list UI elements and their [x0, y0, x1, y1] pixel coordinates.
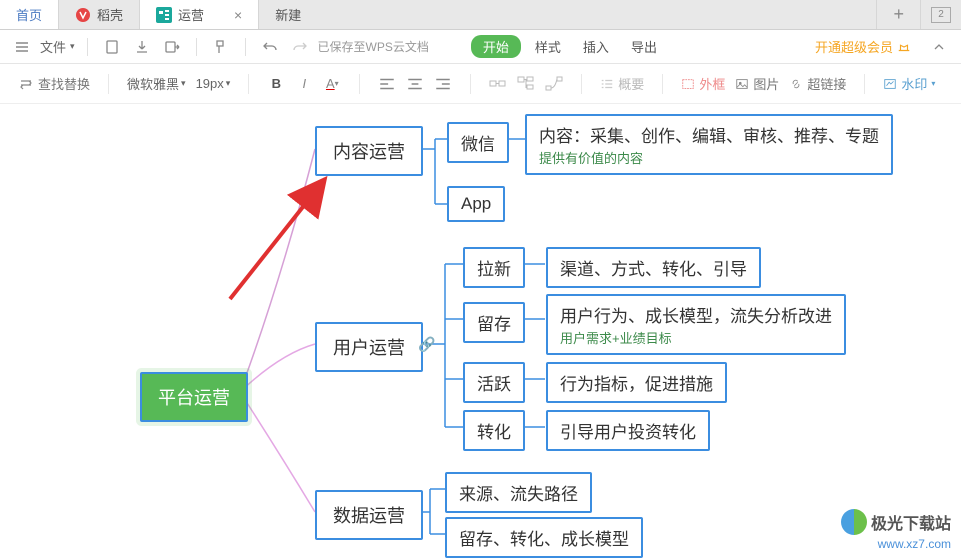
tab-docer[interactable]: 稻壳	[59, 0, 140, 29]
export-icon[interactable]	[160, 35, 184, 59]
tab-bar: 首页 稻壳 运营 × 新建 + 2	[0, 0, 961, 30]
tab-new[interactable]: 新建	[259, 0, 877, 29]
align-left-icon[interactable]	[378, 75, 396, 93]
relation-line-icon[interactable]	[545, 75, 563, 93]
align-center-icon[interactable]	[406, 75, 424, 93]
node-data-source[interactable]: 来源、流失路径	[445, 472, 592, 513]
style-tab[interactable]: 样式	[527, 37, 569, 56]
mindmap-doc-icon	[156, 7, 172, 23]
bold-button[interactable]: B	[267, 75, 285, 93]
main-toolbar: 文件▾ 已保存至WPS云文档 开始 样式 插入 导出 开通超级会员	[0, 30, 961, 64]
border-button[interactable]: 外框	[681, 74, 725, 93]
node-app[interactable]: App	[447, 186, 505, 222]
node-retain-detail[interactable]: 用户行为、成长模型，流失分析改进 用户需求+业绩目标	[546, 294, 846, 355]
node-data-model[interactable]: 留存、转化、成长模型	[445, 517, 643, 558]
new-file-icon[interactable]	[100, 35, 124, 59]
menu-icon[interactable]	[10, 35, 34, 59]
redo-icon[interactable]	[288, 35, 312, 59]
download-icon[interactable]	[130, 35, 154, 59]
node-user-ops[interactable]: 用户运营	[315, 322, 423, 372]
node-content-detail[interactable]: 内容：采集、创作、编辑、审核、推荐、专题 提供有价值的内容	[525, 114, 893, 175]
swirl-logo-icon	[841, 509, 867, 535]
file-menu[interactable]: 文件▾	[40, 37, 75, 56]
window-count[interactable]: 2	[931, 7, 951, 23]
tab-active-document[interactable]: 运营 ×	[140, 0, 259, 29]
align-right-icon[interactable]	[434, 75, 452, 93]
red-arrow-annotation	[215, 159, 355, 309]
outline-button[interactable]: 概要	[600, 74, 644, 93]
image-button[interactable]: 图片	[735, 74, 779, 93]
tab-home[interactable]: 首页	[0, 0, 59, 29]
undo-icon[interactable]	[258, 35, 282, 59]
node-active-detail[interactable]: 行为指标，促进措施	[546, 362, 727, 403]
attachment-icon[interactable]: 🔗	[418, 336, 438, 356]
node-convert[interactable]: 转化	[463, 410, 525, 451]
watermark-button[interactable]: 水印▾	[883, 74, 935, 93]
root-node[interactable]: 平台运营	[140, 372, 248, 422]
window-controls: 2	[921, 0, 961, 29]
export-tab[interactable]: 导出	[623, 37, 665, 56]
vip-link[interactable]: 开通超级会员	[815, 37, 911, 56]
format-painter-icon[interactable]	[209, 35, 233, 59]
insert-tab[interactable]: 插入	[575, 37, 617, 56]
find-replace-button[interactable]: 查找替换	[18, 74, 90, 93]
add-sibling-node-icon[interactable]	[489, 75, 507, 93]
node-active[interactable]: 活跃	[463, 362, 525, 403]
add-child-node-icon[interactable]	[517, 75, 535, 93]
node-wechat[interactable]: 微信	[447, 122, 509, 163]
node-pull-detail[interactable]: 渠道、方式、转化、引导	[546, 247, 761, 288]
node-retain[interactable]: 留存	[463, 302, 525, 343]
italic-button[interactable]: I	[295, 75, 313, 93]
collapse-ribbon-icon[interactable]	[927, 35, 951, 59]
node-pull[interactable]: 拉新	[463, 247, 525, 288]
start-tab[interactable]: 开始	[471, 35, 521, 58]
note-content: 提供有价值的内容	[539, 148, 643, 167]
docer-icon	[75, 7, 91, 23]
save-status: 已保存至WPS云文档	[318, 38, 429, 55]
font-color-button[interactable]: A▾	[323, 75, 341, 93]
close-tab-icon[interactable]: ×	[234, 7, 242, 23]
font-size-select[interactable]: 19px▾	[196, 76, 231, 91]
node-content-ops[interactable]: 内容运营	[315, 126, 423, 176]
note-retain: 用户需求+业绩目标	[560, 328, 672, 347]
node-convert-detail[interactable]: 引导用户投资转化	[546, 410, 710, 451]
node-data-ops[interactable]: 数据运营	[315, 490, 423, 540]
format-toolbar: 查找替换 微软雅黑▾ 19px▾ B I A▾ 概要 外框 图片 超链接 水印▾	[0, 64, 961, 104]
mindmap-canvas[interactable]: 平台运营 内容运营 微信 App 内容：采集、创作、编辑、审核、推荐、专题 提供…	[0, 104, 961, 559]
tab-add-button[interactable]: +	[877, 0, 921, 29]
hyperlink-button[interactable]: 超链接	[789, 74, 846, 93]
font-family-select[interactable]: 微软雅黑▾	[127, 74, 186, 93]
site-watermark: 极光下载站 www.xz7.com	[841, 509, 951, 551]
